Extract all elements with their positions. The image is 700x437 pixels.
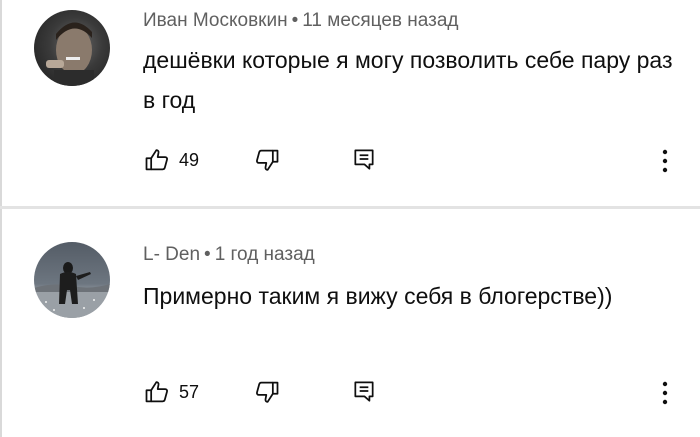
- separator-dot: •: [204, 244, 211, 265]
- more-vertical-icon: [662, 381, 668, 405]
- comment-meta: L- Den • 1 год назад: [143, 244, 315, 266]
- comment-time[interactable]: 11 месяцев назад: [302, 10, 458, 31]
- like-button[interactable]: 49: [143, 146, 199, 174]
- comment-time[interactable]: 1 год назад: [215, 244, 315, 265]
- dislike-button[interactable]: [253, 378, 281, 406]
- reply-button[interactable]: [351, 378, 377, 404]
- like-button[interactable]: 57: [143, 378, 199, 406]
- comment: Иван Московкин • 11 месяцев назад дешёвки …: [0, 0, 700, 206]
- like-count: 57: [179, 381, 200, 402]
- avatar[interactable]: [34, 242, 110, 318]
- more-actions-button[interactable]: [661, 148, 669, 174]
- comment-divider: [0, 206, 700, 209]
- more-vertical-icon: [662, 149, 668, 173]
- reply-icon: [354, 149, 374, 170]
- comment-actions: 49: [143, 146, 683, 176]
- reply-icon: [354, 381, 374, 402]
- comment: L- Den • 1 год назад Примерно таким я вижу…: [0, 210, 700, 437]
- separator-dot: •: [291, 10, 299, 31]
- comment-text: Примерно таким я вижу себя в блогерстве)…: [143, 283, 613, 309]
- author-name[interactable]: Иван Московкин: [143, 10, 288, 31]
- thumb-up-icon: [145, 149, 168, 171]
- thumb-up-icon: [145, 381, 168, 403]
- comment-actions: 57: [143, 378, 683, 408]
- comment-meta: Иван Московкин • 11 месяцев назад: [143, 10, 459, 32]
- like-count: 49: [179, 149, 200, 170]
- author-name[interactable]: L- Den: [143, 244, 200, 265]
- avatar[interactable]: [34, 10, 110, 86]
- thumb-down-icon: [256, 381, 279, 403]
- comment-text: дешёвки которые я могу позволить себе па…: [143, 47, 673, 113]
- reply-button[interactable]: [351, 146, 377, 172]
- more-actions-button[interactable]: [661, 380, 669, 406]
- thumb-down-icon: [256, 149, 279, 171]
- dislike-button[interactable]: [253, 146, 281, 174]
